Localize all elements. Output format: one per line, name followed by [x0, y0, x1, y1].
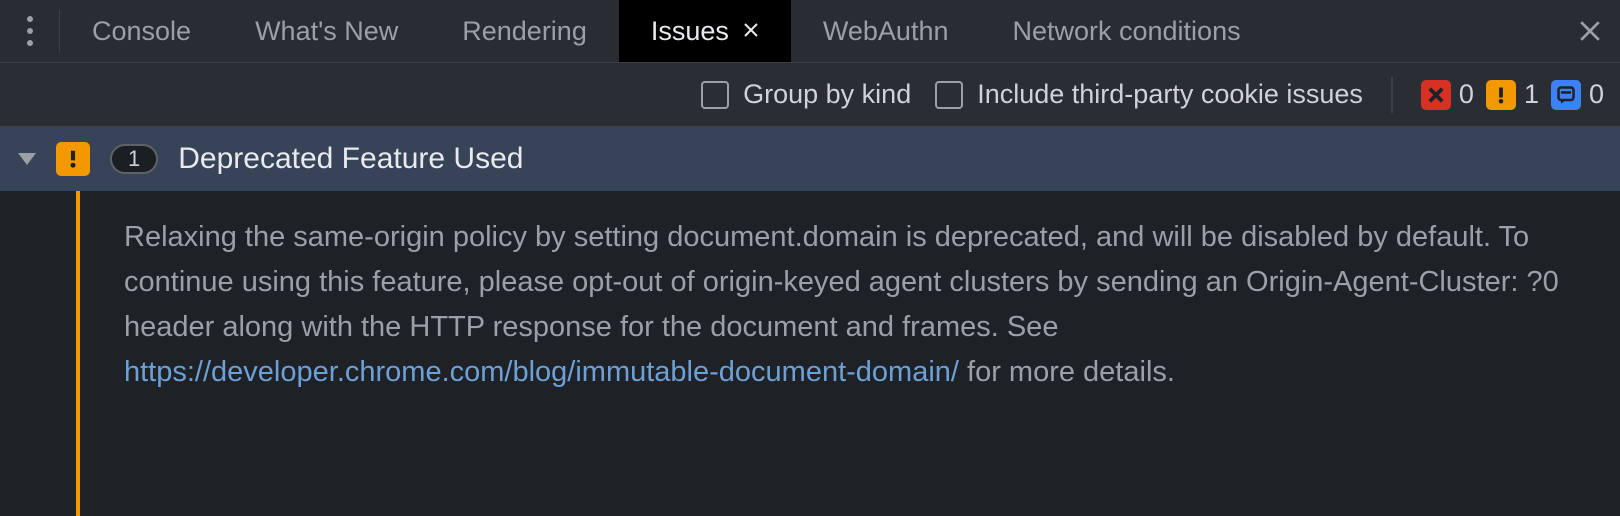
chevron-down-icon — [18, 153, 36, 165]
tab-label: What's New — [255, 16, 398, 47]
issue-gutter — [0, 191, 84, 516]
close-icon — [743, 22, 759, 38]
kebab-menu-button[interactable] — [0, 0, 60, 62]
error-count: 0 — [1459, 79, 1474, 110]
divider — [1391, 77, 1393, 113]
issues-toolbar: Group by kind Include third-party cookie… — [0, 63, 1620, 127]
issue-link[interactable]: https://developer.chrome.com/blog/immuta… — [124, 356, 959, 388]
warning-icon — [56, 142, 90, 176]
warning-counter[interactable]: 1 — [1486, 79, 1539, 110]
issue-counters: 0 1 0 — [1421, 79, 1604, 110]
close-tab-button[interactable] — [743, 19, 759, 43]
issue-description: Relaxing the same-origin policy by setti… — [84, 191, 1620, 516]
tab-webauthn[interactable]: WebAuthn — [791, 0, 981, 62]
tab-label: Console — [92, 16, 191, 47]
error-icon — [1421, 80, 1451, 110]
divider — [59, 10, 60, 52]
tab-rendering[interactable]: Rendering — [430, 0, 619, 62]
tab-list: Console What's New Rendering Issues WebA… — [60, 0, 1273, 62]
issue-title: Deprecated Feature Used — [178, 142, 523, 176]
close-panel-button[interactable] — [1560, 0, 1620, 62]
issue-description-text: for more details. — [959, 356, 1175, 388]
kebab-icon — [27, 16, 33, 46]
checkbox-label: Group by kind — [743, 79, 911, 110]
tab-issues[interactable]: Issues — [619, 0, 791, 62]
info-icon — [1551, 80, 1581, 110]
tab-strip: Console What's New Rendering Issues WebA… — [0, 0, 1620, 63]
tab-console[interactable]: Console — [60, 0, 223, 62]
info-count: 0 — [1589, 79, 1604, 110]
spacer — [1273, 0, 1560, 62]
checkbox-icon — [935, 81, 963, 109]
issue-row-header[interactable]: 1 Deprecated Feature Used — [0, 127, 1620, 191]
tab-label: Issues — [651, 16, 729, 47]
tab-label: Network conditions — [1012, 16, 1240, 47]
tab-label: Rendering — [462, 16, 587, 47]
error-counter[interactable]: 0 — [1421, 79, 1474, 110]
checkbox-label: Include third-party cookie issues — [977, 79, 1363, 110]
issue-body: Relaxing the same-origin policy by setti… — [0, 191, 1620, 516]
close-icon — [1579, 20, 1601, 42]
issue-description-text: Relaxing the same-origin policy by setti… — [124, 221, 1559, 343]
checkbox-icon — [701, 81, 729, 109]
group-by-kind-checkbox[interactable]: Group by kind — [701, 79, 911, 110]
warning-icon — [1486, 80, 1516, 110]
severity-stripe — [76, 191, 80, 516]
info-counter[interactable]: 0 — [1551, 79, 1604, 110]
tab-network-conditions[interactable]: Network conditions — [980, 0, 1272, 62]
tab-whats-new[interactable]: What's New — [223, 0, 430, 62]
third-party-cookies-checkbox[interactable]: Include third-party cookie issues — [935, 79, 1363, 110]
tab-label: WebAuthn — [823, 16, 949, 47]
warning-count: 1 — [1524, 79, 1539, 110]
issue-count-pill: 1 — [110, 144, 158, 174]
